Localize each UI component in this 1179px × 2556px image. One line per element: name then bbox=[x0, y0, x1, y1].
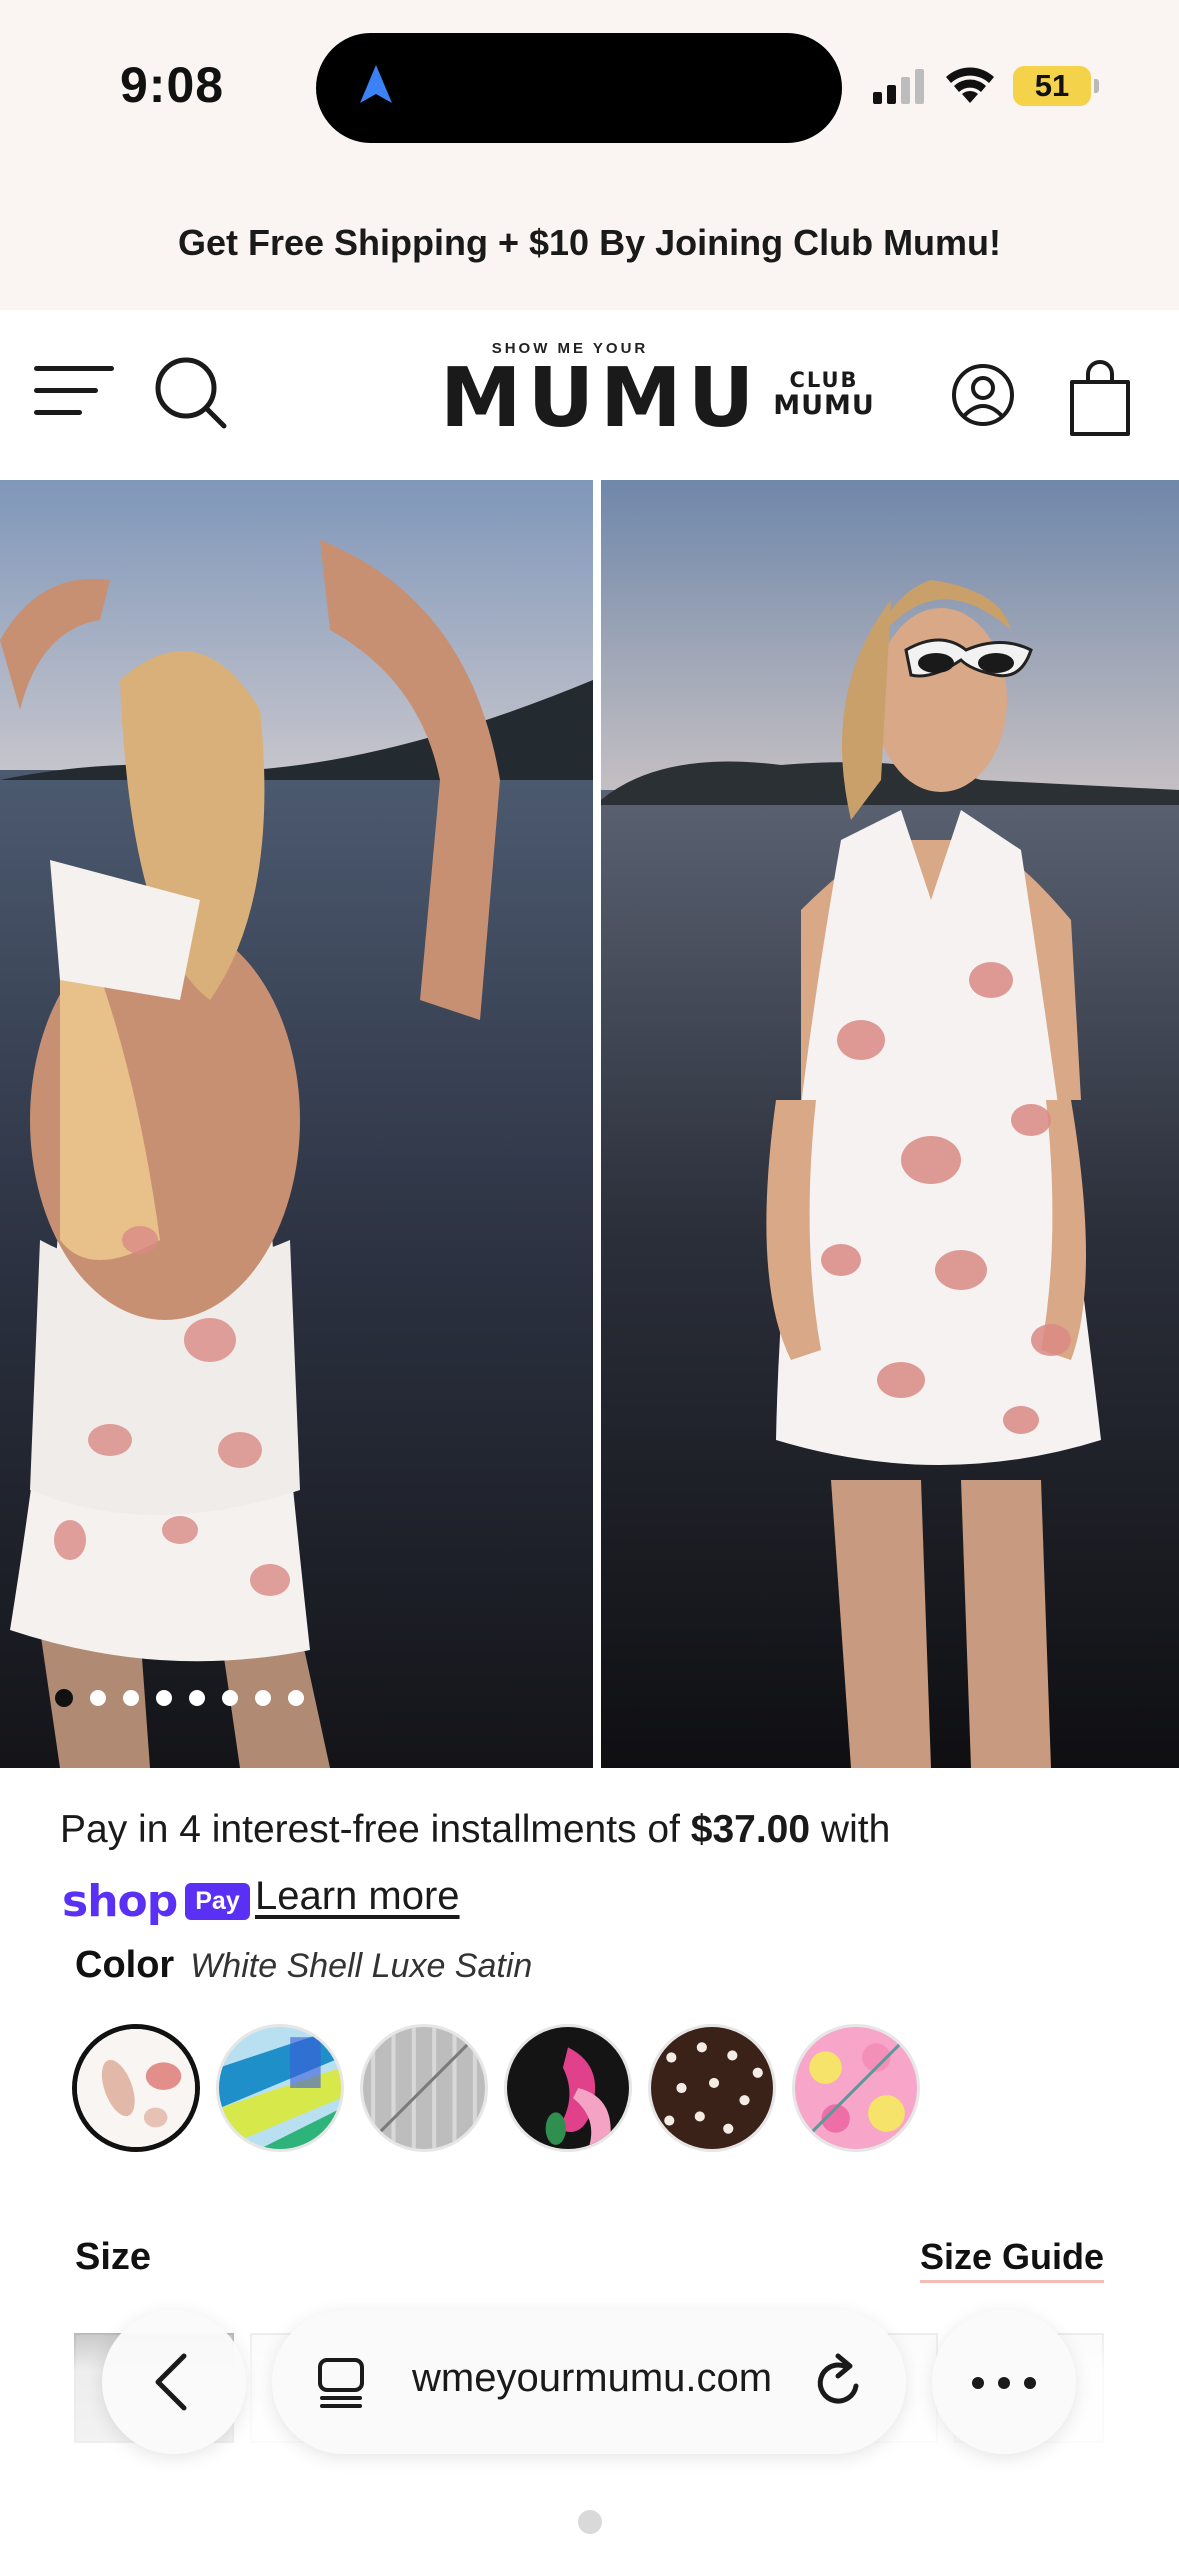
account-icon[interactable] bbox=[950, 362, 1016, 428]
promo-banner[interactable]: Get Free Shipping + $10 By Joining Club … bbox=[0, 222, 1179, 264]
gallery-dot[interactable] bbox=[222, 1690, 238, 1706]
home-indicator bbox=[578, 2510, 602, 2534]
swatch-silver[interactable] bbox=[360, 2024, 488, 2152]
gallery-pagination[interactable] bbox=[55, 1689, 304, 1707]
color-swatches bbox=[72, 2024, 920, 2152]
site-logo[interactable]: SHOW ME YOUR MUMU bbox=[440, 340, 761, 446]
club-line2: MUMU bbox=[773, 390, 875, 421]
tabs-icon[interactable] bbox=[316, 2356, 366, 2410]
back-button[interactable] bbox=[102, 2310, 246, 2454]
gallery-dot[interactable] bbox=[156, 1690, 172, 1706]
location-arrow-icon bbox=[360, 65, 392, 103]
color-label: Color bbox=[75, 1944, 175, 1986]
menu-icon[interactable] bbox=[34, 362, 114, 418]
club-line1: CLUB bbox=[789, 368, 859, 392]
logo-wordmark: MUMU bbox=[440, 351, 761, 446]
swatch-tropical-stripe[interactable] bbox=[216, 2024, 344, 2152]
search-icon[interactable] bbox=[152, 354, 232, 434]
reload-icon[interactable] bbox=[812, 2352, 868, 2412]
gallery-dot[interactable] bbox=[55, 1689, 73, 1707]
gallery-dot[interactable] bbox=[123, 1690, 139, 1706]
gallery-dot[interactable] bbox=[288, 1690, 304, 1706]
shop-pay-shop-word: shop bbox=[62, 1876, 178, 1927]
cellular-signal-icon bbox=[873, 69, 924, 104]
address-bar[interactable]: wmeyourmumu.com bbox=[272, 2310, 906, 2454]
product-photo-back[interactable] bbox=[0, 480, 593, 1768]
site-header: SHOW ME YOUR MUMU CLUB MUMU bbox=[0, 310, 1179, 480]
color-row: Color White Shell Luxe Satin bbox=[75, 1944, 532, 1987]
shopping-bag-icon[interactable] bbox=[1064, 358, 1136, 438]
color-value: White Shell Luxe Satin bbox=[190, 1947, 533, 1985]
shop-pay-logo: shop Pay bbox=[62, 1876, 250, 1927]
shop-pay-pay-badge: Pay bbox=[185, 1883, 250, 1920]
url-text[interactable]: wmeyourmumu.com bbox=[412, 2356, 772, 2401]
back-chevron-icon bbox=[155, 2353, 187, 2411]
status-icons: 51 bbox=[871, 66, 1099, 106]
learn-more-link[interactable]: Learn more bbox=[255, 1874, 460, 1919]
installments-text: Pay in 4 interest-free installments of $… bbox=[60, 1808, 890, 1852]
gallery-dot[interactable] bbox=[255, 1690, 271, 1706]
swatch-brown-polka-dot[interactable] bbox=[648, 2024, 776, 2152]
installments-suffix: with bbox=[810, 1808, 891, 1851]
swatch-black-floral[interactable] bbox=[504, 2024, 632, 2152]
status-time: 9:08 bbox=[120, 57, 225, 113]
swatch-white-shell[interactable] bbox=[72, 2024, 200, 2152]
wifi-icon bbox=[946, 67, 994, 103]
more-icon bbox=[972, 2377, 984, 2389]
installments-prefix: Pay in 4 interest-free installments of bbox=[60, 1808, 691, 1851]
gallery-dot[interactable] bbox=[189, 1690, 205, 1706]
battery-icon: 51 bbox=[1013, 66, 1099, 106]
product-photo-front[interactable] bbox=[601, 480, 1179, 1768]
gallery-dot[interactable] bbox=[90, 1690, 106, 1706]
swatch-pink-floral[interactable] bbox=[792, 2024, 920, 2152]
product-gallery[interactable] bbox=[0, 480, 1179, 1768]
installments-amount: $37.00 bbox=[690, 1808, 811, 1851]
top-band: 9:08 51 Get Free Shipping + $10 By Joini… bbox=[0, 0, 1179, 310]
dynamic-island bbox=[316, 33, 842, 143]
more-button[interactable] bbox=[932, 2310, 1076, 2454]
club-mumu-link[interactable]: CLUB MUMU bbox=[772, 368, 876, 420]
